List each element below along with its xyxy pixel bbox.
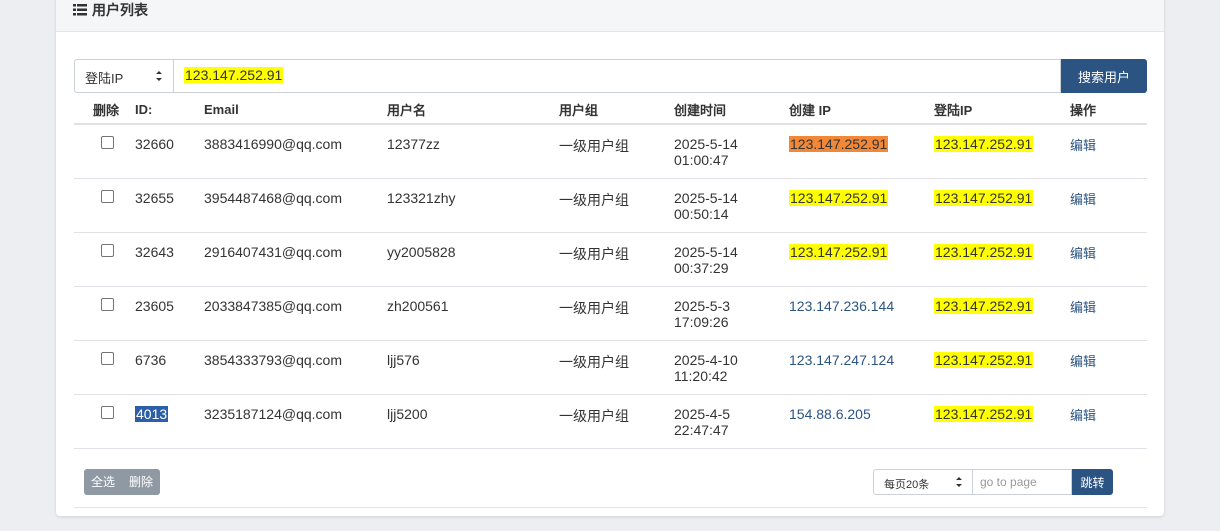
row-create-ip[interactable]: 123.147.252.91 bbox=[789, 244, 889, 260]
search-input[interactable]: 123.147.252.91 bbox=[174, 59, 1061, 93]
row-id: 32643 bbox=[135, 244, 174, 260]
row-time: 22:47:47 bbox=[674, 422, 729, 438]
table-row: 4013 3235187124@qq.com ljj5200 一级用户组 202… bbox=[74, 394, 1147, 449]
row-email: 3883416990@qq.com bbox=[204, 136, 342, 152]
row-username: zh200561 bbox=[387, 298, 449, 314]
header-group: 用户组 bbox=[559, 95, 674, 125]
row-group: 一级用户组 bbox=[559, 192, 629, 208]
header-email: Email bbox=[204, 95, 387, 125]
select-all-button[interactable]: 全选 bbox=[84, 469, 122, 495]
row-group: 一级用户组 bbox=[559, 246, 629, 262]
row-checkbox[interactable] bbox=[101, 244, 114, 257]
row-login-ip[interactable]: 123.147.252.91 bbox=[934, 244, 1034, 260]
header-delete: 删除 bbox=[74, 95, 135, 125]
table-row: 23605 2033847385@qq.com zh200561 一级用户组 2… bbox=[74, 286, 1147, 341]
row-id: 6736 bbox=[135, 352, 167, 368]
row-username: 12377zz bbox=[387, 136, 440, 152]
per-page-value: 每页20条 bbox=[884, 479, 930, 491]
goto-page-input[interactable]: go to page bbox=[973, 469, 1072, 495]
edit-link[interactable]: 编辑 bbox=[1070, 395, 1147, 424]
edit-link[interactable]: 编辑 bbox=[1070, 341, 1147, 370]
row-checkbox[interactable] bbox=[101, 190, 114, 203]
row-create-ip[interactable]: 123.147.247.124 bbox=[789, 352, 894, 368]
row-login-ip[interactable]: 123.147.252.91 bbox=[934, 136, 1034, 152]
table-row: 32655 3954487468@qq.com 123321zhy 一级用户组 … bbox=[74, 178, 1147, 233]
row-email: 2916407431@qq.com bbox=[204, 244, 342, 260]
row-create-ip[interactable]: 123.147.252.91 bbox=[789, 136, 889, 152]
header-created-time: 创建时间 bbox=[674, 95, 789, 125]
row-checkbox[interactable] bbox=[101, 136, 114, 149]
edit-link[interactable]: 编辑 bbox=[1070, 125, 1147, 154]
row-date: 2025-5-14 bbox=[674, 190, 738, 206]
sort-caret-icon bbox=[155, 69, 163, 83]
row-username: ljj5200 bbox=[387, 406, 428, 422]
edit-link[interactable]: 编辑 bbox=[1070, 179, 1147, 208]
row-date: 2025-5-14 bbox=[674, 244, 738, 260]
row-username: yy2005828 bbox=[387, 244, 456, 260]
row-username: ljj576 bbox=[387, 352, 420, 368]
per-page-select[interactable]: 每页20条 bbox=[873, 469, 973, 495]
row-group: 一级用户组 bbox=[559, 138, 629, 154]
row-create-ip[interactable]: 123.147.252.91 bbox=[789, 190, 889, 206]
edit-link[interactable]: 编辑 bbox=[1070, 233, 1147, 262]
row-create-ip[interactable]: 123.147.236.144 bbox=[789, 298, 894, 314]
row-date: 2025-5-3 bbox=[674, 298, 731, 314]
header-username: 用户名 bbox=[387, 95, 559, 125]
row-username: 123321zhy bbox=[387, 190, 456, 206]
table-row: 6736 3854333793@qq.com ljj576 一级用户组 2025… bbox=[74, 340, 1147, 395]
table-header-row: 删除 ID: Email 用户名 用户组 创建时间 创建 IP 登陆IP 操作 bbox=[74, 95, 1147, 125]
row-group: 一级用户组 bbox=[559, 300, 629, 316]
header-create-ip: 创建 IP bbox=[789, 95, 934, 125]
search-field-value: 登陆IP bbox=[85, 71, 124, 86]
sort-caret-icon bbox=[955, 475, 963, 489]
users-table: 删除 ID: Email 用户名 用户组 创建时间 创建 IP 登陆IP 操作 … bbox=[74, 95, 1147, 449]
search-query-text: 123.147.252.91 bbox=[184, 67, 284, 83]
row-time: 11:20:42 bbox=[674, 368, 728, 384]
row-date: 2025-4-5 bbox=[674, 406, 731, 422]
jump-button[interactable]: 跳转 bbox=[1072, 469, 1113, 495]
row-date: 2025-4-10 bbox=[674, 352, 738, 368]
row-login-ip[interactable]: 123.147.252.91 bbox=[934, 298, 1034, 314]
header-login-ip: 登陆IP bbox=[934, 95, 1070, 125]
goto-page-placeholder: go to page bbox=[980, 475, 1037, 489]
row-date: 2025-5-14 bbox=[674, 136, 738, 152]
row-login-ip[interactable]: 123.147.252.91 bbox=[934, 352, 1034, 368]
row-time: 00:50:14 bbox=[674, 206, 729, 222]
row-checkbox[interactable] bbox=[101, 298, 114, 311]
row-email: 3235187124@qq.com bbox=[204, 406, 342, 422]
bulk-delete-button[interactable]: 删除 bbox=[122, 469, 160, 495]
row-email: 3854333793@qq.com bbox=[204, 352, 342, 368]
edit-link[interactable]: 编辑 bbox=[1070, 287, 1147, 316]
table-row: 32643 2916407431@qq.com yy2005828 一级用户组 … bbox=[74, 232, 1147, 287]
bulk-action-group: 全选 删除 bbox=[84, 469, 161, 495]
row-email: 2033847385@qq.com bbox=[204, 298, 342, 314]
row-time: 01:00:47 bbox=[674, 152, 729, 168]
header-id: ID: bbox=[135, 95, 204, 125]
row-group: 一级用户组 bbox=[559, 354, 629, 370]
row-login-ip[interactable]: 123.147.252.91 bbox=[934, 406, 1034, 422]
row-id: 32655 bbox=[135, 190, 174, 206]
row-email: 3954487468@qq.com bbox=[204, 190, 342, 206]
row-checkbox[interactable] bbox=[101, 406, 114, 419]
search-field-select[interactable]: 登陆IP bbox=[74, 59, 174, 93]
table-row: 32660 3883416990@qq.com 12377zz 一级用户组 20… bbox=[74, 124, 1147, 179]
search-bar: 登陆IP 123.147.252.91 搜索用户 bbox=[74, 59, 1147, 93]
row-id: 4013 bbox=[135, 406, 169, 422]
row-time: 17:09:26 bbox=[674, 314, 729, 330]
header-actions: 操作 bbox=[1070, 95, 1147, 125]
row-group: 一级用户组 bbox=[559, 408, 629, 424]
row-login-ip[interactable]: 123.147.252.91 bbox=[934, 190, 1034, 206]
pager: 每页20条 go to page 跳转 bbox=[873, 469, 1113, 495]
footer-divider bbox=[74, 507, 1147, 508]
search-users-button[interactable]: 搜索用户 bbox=[1061, 59, 1147, 93]
row-id: 23605 bbox=[135, 298, 174, 314]
row-time: 00:37:29 bbox=[674, 260, 729, 276]
row-create-ip[interactable]: 154.88.6.205 bbox=[789, 406, 871, 422]
row-checkbox[interactable] bbox=[101, 352, 114, 365]
row-id: 32660 bbox=[135, 136, 174, 152]
